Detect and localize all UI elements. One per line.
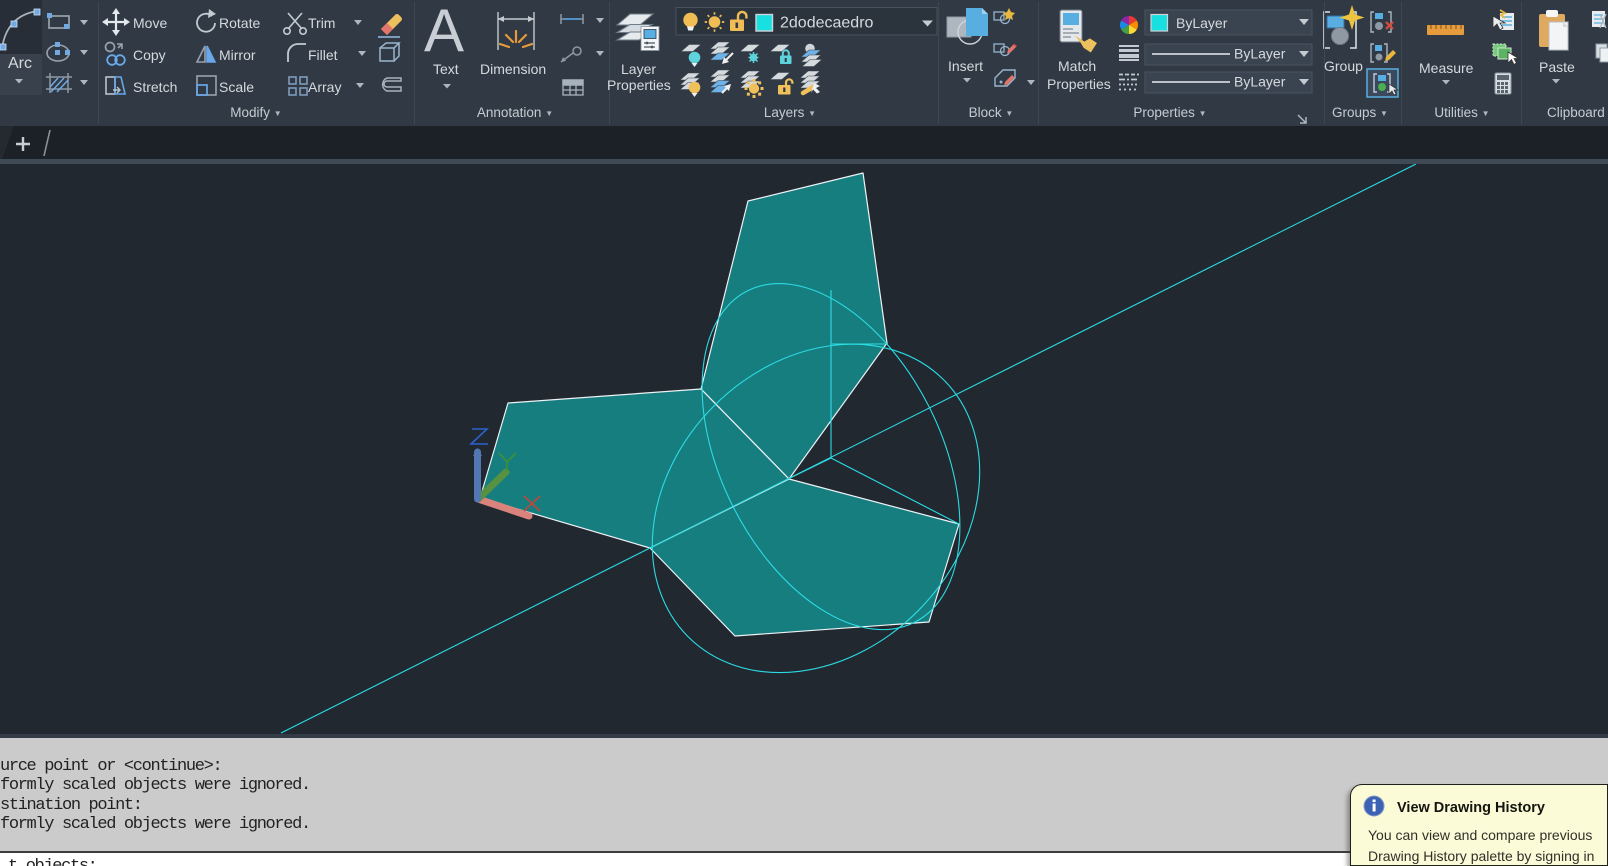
svg-text:A: A bbox=[424, 0, 464, 64]
svg-text:ByLayer: ByLayer bbox=[1234, 46, 1286, 62]
svg-text:2dodecaedro: 2dodecaedro bbox=[780, 15, 874, 32]
svg-text:ByLayer: ByLayer bbox=[1176, 15, 1228, 31]
svg-text:ByLayer: ByLayer bbox=[1234, 74, 1286, 90]
